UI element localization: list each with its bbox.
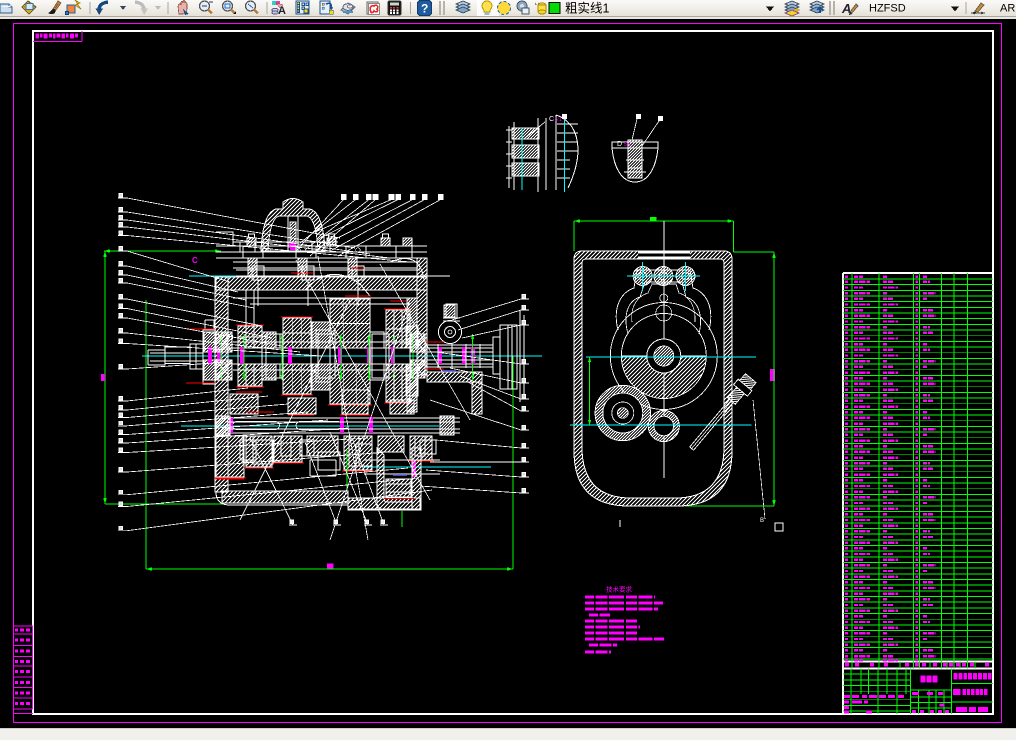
svg-text:技术要求: 技术要求	[606, 585, 633, 594]
svg-text:HZFSD: HZFSD	[869, 3, 906, 15]
svg-text:A: A	[278, 5, 286, 17]
svg-text:?: ?	[421, 2, 428, 16]
svg-text:C: C	[192, 256, 198, 265]
svg-text:5:1: 5:1	[624, 142, 631, 148]
svg-text:粗实线1: 粗实线1	[565, 1, 610, 16]
svg-text:D: D	[617, 141, 622, 148]
svg-text:B: B	[760, 518, 764, 524]
svg-text:ARR: ARR	[1000, 3, 1016, 15]
svg-text:C: C	[549, 116, 554, 123]
svg-text:5:1: 5:1	[555, 117, 562, 123]
